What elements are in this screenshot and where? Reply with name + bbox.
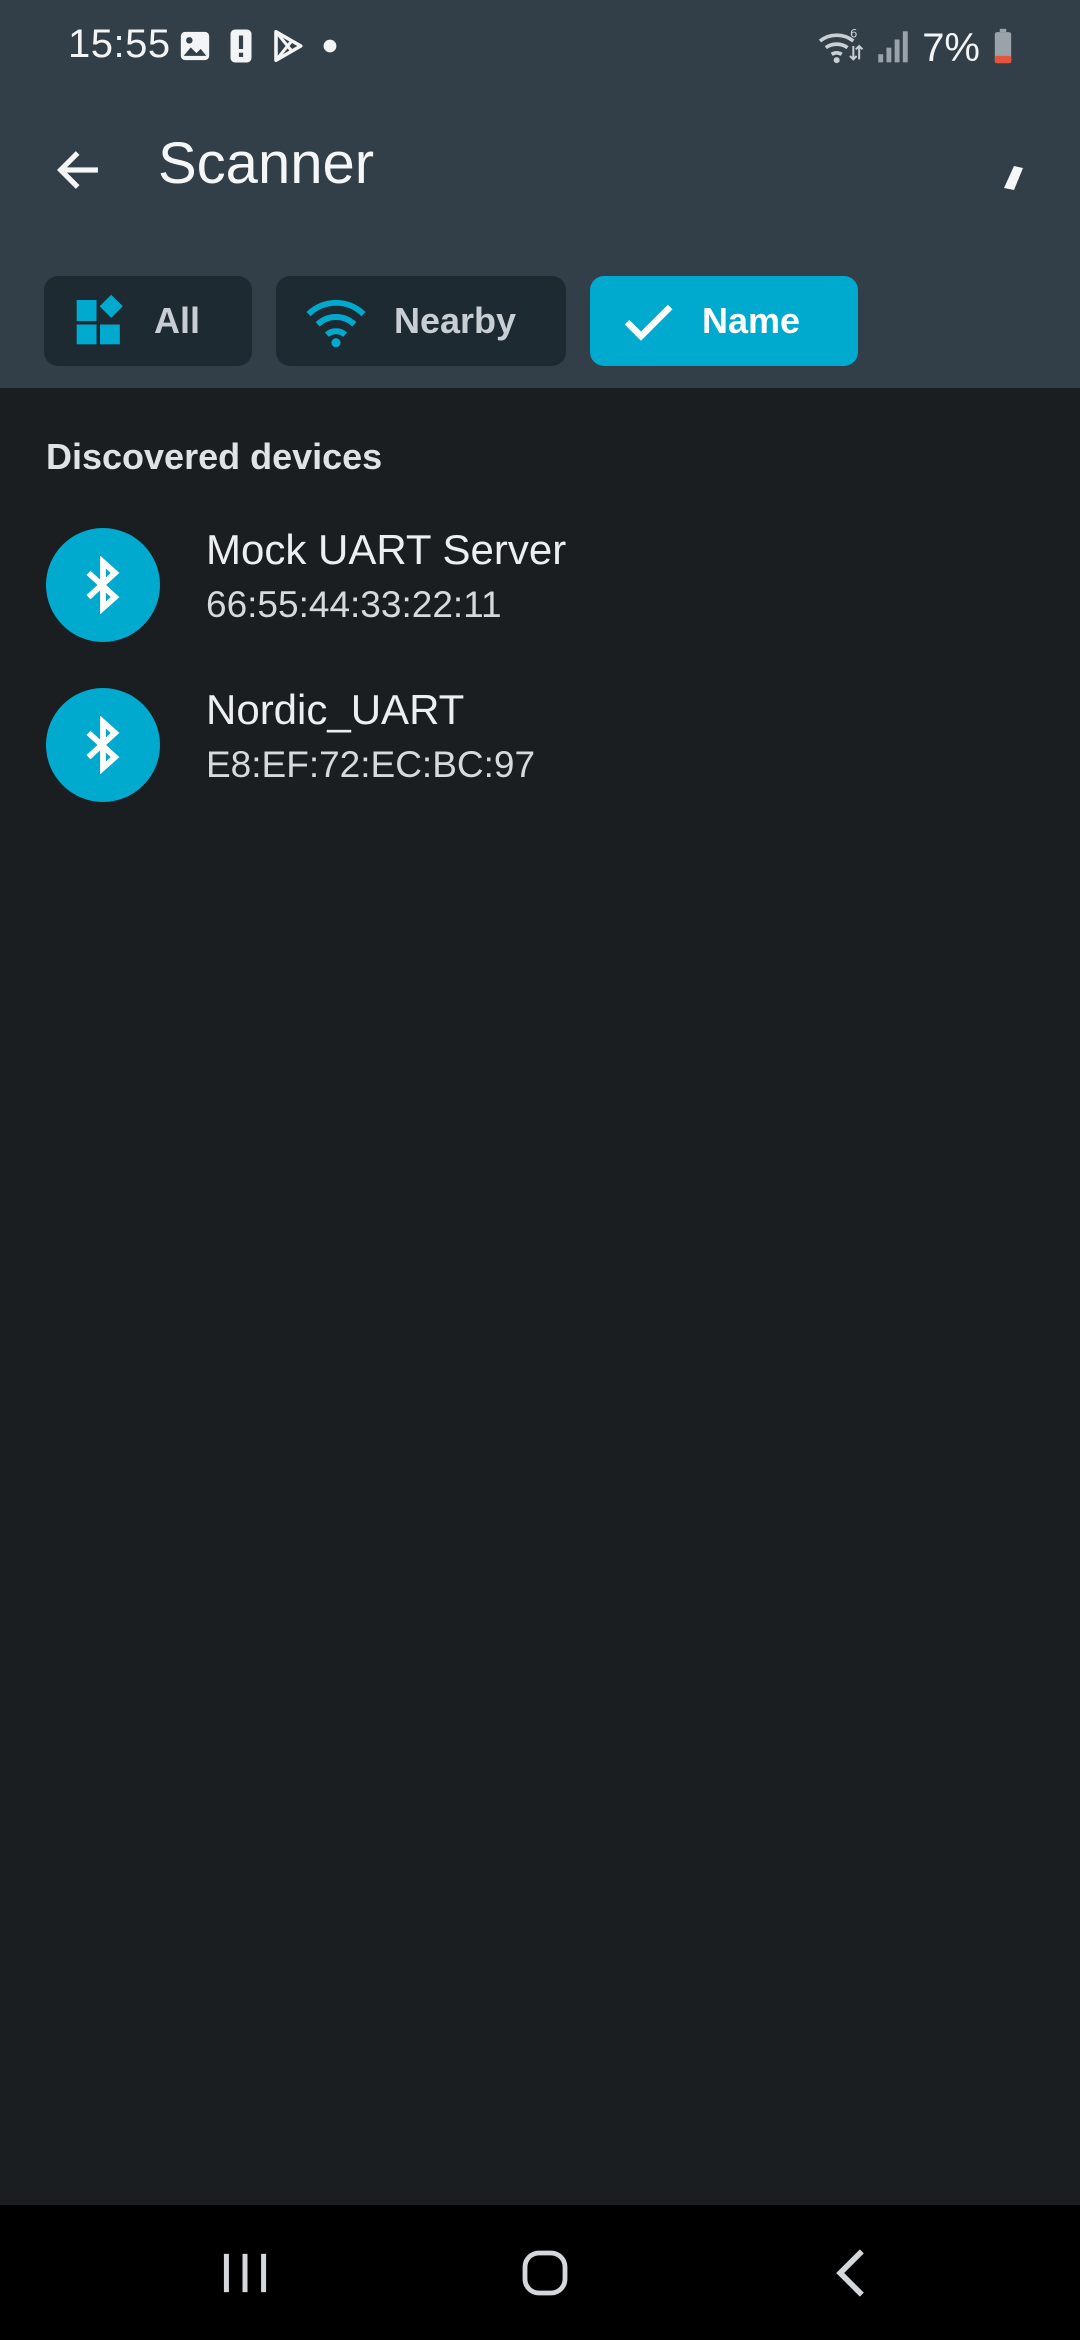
status-bar: 15:55 6 7% [0,0,1080,96]
notification-icons [178,28,338,68]
wifi-icon [306,299,366,348]
back-button[interactable] [40,132,116,208]
page-title: Scanner [158,131,375,196]
recents-icon [223,2253,267,2293]
play-store-icon [270,28,306,69]
device-item[interactable]: Mock UART Server 66:55:44:33:22:11 [0,512,1080,672]
device-avatar [46,528,160,642]
device-avatar [46,688,160,802]
device-name: Nordic_UART [206,686,465,733]
scanning-progress-indicator [992,158,1032,198]
filter-chip-nearby[interactable]: Nearby [276,276,566,366]
filter-chip-label: Name [702,300,801,341]
device-item[interactable]: Nordic_UART E8:EF:72:EC:BC:97 [0,672,1080,832]
dot-icon [322,38,338,59]
filter-chips: All Nearby Name [44,276,858,368]
filter-chip-label: All [154,300,201,341]
check-icon [624,304,673,341]
arrow-back-icon [56,151,98,189]
home-button[interactable] [500,2235,590,2311]
wifi-icon: 6 [816,26,864,71]
status-time: 15:55 [68,22,171,66]
section-title: Discovered devices [46,436,383,477]
battery-icon [992,28,1014,69]
filter-chip-name[interactable]: Name [590,276,858,366]
alert-icon [228,28,254,69]
bluetooth-icon [86,556,120,614]
system-status: 6 7% [816,24,1014,72]
signal-icon [876,28,910,69]
device-name: Mock UART Server [206,526,567,573]
home-icon [522,2250,568,2296]
gallery-icon [178,29,212,68]
svg-text:6: 6 [850,26,857,40]
dashboard-icon [76,294,123,345]
filter-chip-label: Nearby [394,300,517,341]
device-address: 66:55:44:33:22:11 [206,584,502,625]
top-app-header: 15:55 6 7% Scanner All Nearby Name [0,0,1080,388]
recents-button[interactable] [200,2235,290,2311]
back-icon [836,2249,864,2297]
filter-chip-all[interactable]: All [44,276,252,366]
battery-percent: 7% [922,25,980,70]
back-nav-button[interactable] [806,2235,896,2311]
device-address: E8:EF:72:EC:BC:97 [206,744,536,785]
navigation-bar [0,2205,1080,2340]
bluetooth-icon [86,716,120,774]
app-bar: Scanner [0,110,1080,220]
